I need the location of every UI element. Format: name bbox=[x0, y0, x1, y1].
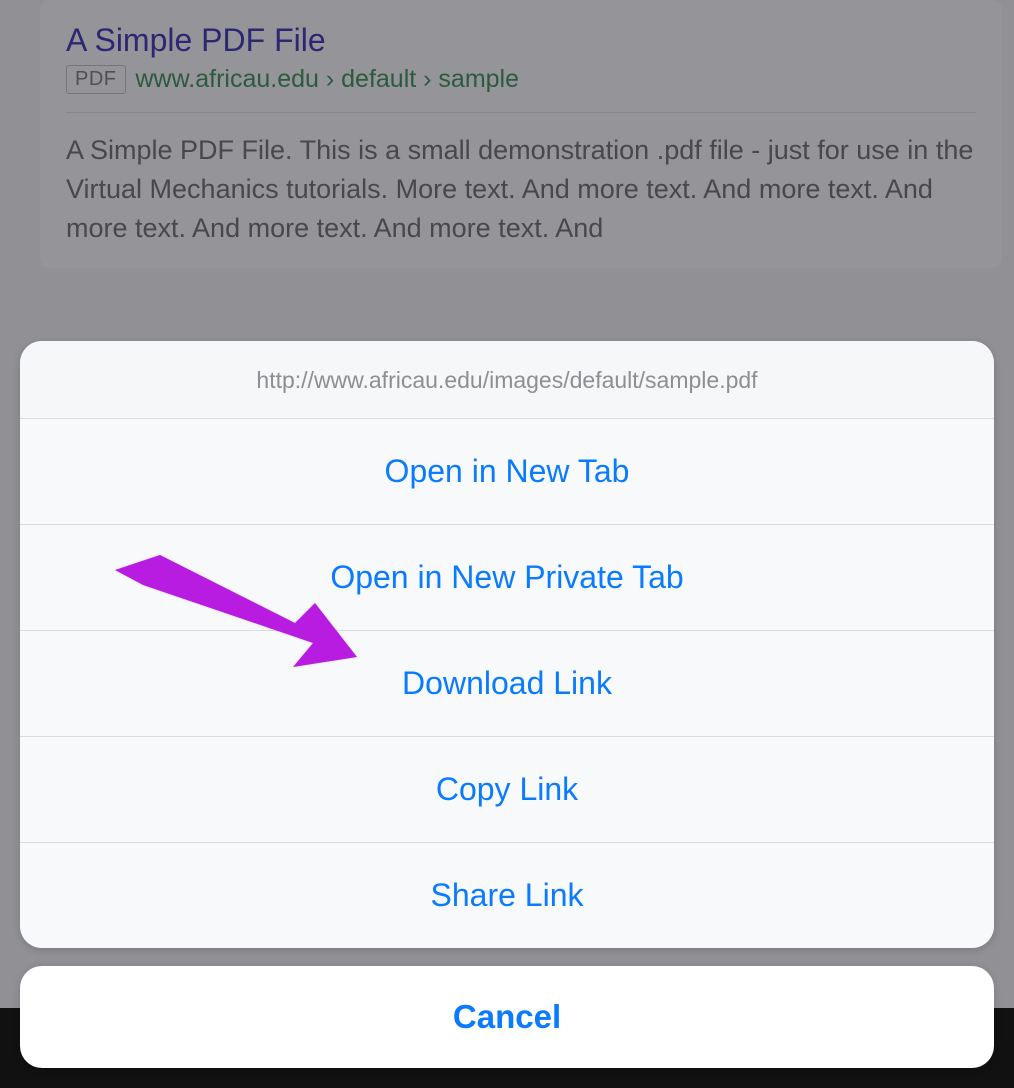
cancel-panel: Cancel bbox=[20, 966, 994, 1068]
action-sheet: http://www.africau.edu/images/default/sa… bbox=[20, 341, 994, 1068]
action-sheet-panel: http://www.africau.edu/images/default/sa… bbox=[20, 341, 994, 948]
option-open-new-tab[interactable]: Open in New Tab bbox=[20, 419, 994, 525]
option-share-link[interactable]: Share Link bbox=[20, 843, 994, 948]
action-sheet-url: http://www.africau.edu/images/default/sa… bbox=[20, 341, 994, 419]
cancel-button[interactable]: Cancel bbox=[20, 966, 994, 1068]
option-download-link[interactable]: Download Link bbox=[20, 631, 994, 737]
option-open-new-private-tab[interactable]: Open in New Private Tab bbox=[20, 525, 994, 631]
option-copy-link[interactable]: Copy Link bbox=[20, 737, 994, 843]
